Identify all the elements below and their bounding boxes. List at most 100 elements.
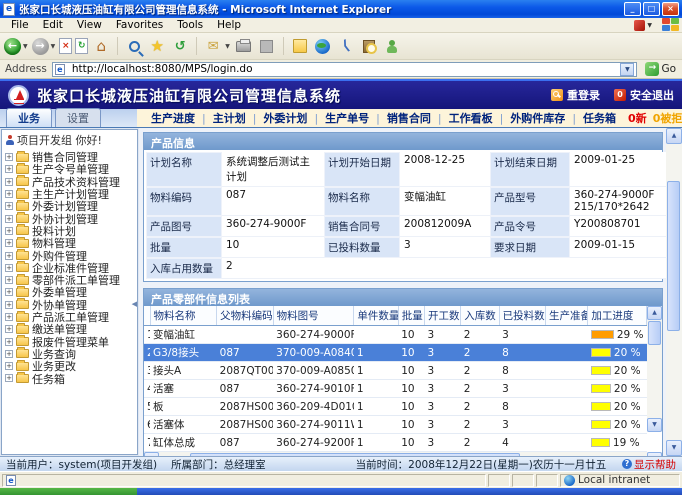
table-row[interactable]: 3接头A2087QT002370-009-A0850110328 20 % [144, 362, 647, 380]
expand-icon[interactable]: + [5, 276, 13, 284]
expand-icon[interactable]: + [5, 215, 13, 223]
parts-vertical-scrollbar[interactable]: ▲ ▼ [647, 306, 662, 432]
menu-file[interactable]: File [4, 19, 36, 31]
progress-label: 20 % [614, 365, 641, 377]
menu-extension-icon[interactable] [634, 20, 645, 31]
badge-new-count[interactable]: 0新 [628, 110, 647, 126]
edit-button[interactable] [257, 36, 277, 56]
scroll-up-icon[interactable]: ▲ [647, 306, 662, 320]
buddy-button[interactable] [382, 36, 402, 56]
expand-icon[interactable]: + [5, 350, 13, 358]
notes-button[interactable] [290, 36, 310, 56]
tab-settings[interactable]: 设置 [55, 108, 101, 127]
messenger-button[interactable] [313, 36, 333, 56]
print-button[interactable] [234, 36, 254, 56]
relogin-button[interactable]: 重登录 [551, 87, 600, 103]
menu-edit[interactable]: Edit [36, 19, 70, 31]
scroll-up-icon[interactable]: ▲ [666, 128, 682, 144]
expand-icon[interactable]: + [5, 165, 13, 173]
progress-bar [591, 420, 611, 429]
go-button[interactable]: → Go [642, 62, 679, 76]
go-arrow-icon: → [645, 62, 659, 76]
expand-icon[interactable]: + [5, 338, 13, 346]
nav-master-plan[interactable]: 主计划 [209, 110, 250, 126]
table-row[interactable]: 4活塞087360-274-9010F110323 20 % [144, 380, 647, 398]
progress-label: 19 % [613, 437, 640, 449]
nav-production-order[interactable]: 生产单号 [321, 110, 373, 126]
nav-task-box[interactable]: 任务箱 [579, 110, 620, 126]
expand-icon[interactable]: + [5, 325, 13, 333]
download-tool-button[interactable]: ⟨ [333, 33, 359, 59]
address-dropdown-icon[interactable]: ▼ [620, 63, 634, 76]
field-value: 2008-12-25 [400, 152, 490, 187]
expand-icon[interactable]: + [5, 153, 13, 161]
menu-tools[interactable]: Tools [170, 19, 210, 31]
tab-business[interactable]: 业务 [6, 108, 52, 127]
field-label: 销售合同号 [324, 216, 400, 237]
address-input[interactable]: e http://localhost:8080/MPS/login.do ▼ [52, 62, 638, 77]
nav-sales-contract[interactable]: 销售合同 [383, 110, 435, 126]
search-button[interactable] [124, 36, 144, 56]
badge-rejected-count[interactable]: 0被拒绝 [653, 110, 682, 126]
history-button[interactable]: ↺ [170, 36, 190, 56]
scroll-down-icon[interactable]: ▼ [666, 440, 682, 456]
close-button[interactable]: × [662, 2, 679, 16]
back-button[interactable]: ← [4, 38, 21, 55]
scroll-right-icon[interactable]: ▶ [647, 452, 662, 456]
scroll-thumb[interactable] [667, 181, 680, 331]
expand-icon[interactable]: + [5, 374, 13, 382]
progress-bar [591, 330, 614, 339]
page-vertical-scrollbar[interactable]: ▲ ▼ [666, 128, 682, 456]
menu-extension-caret-icon[interactable]: ▼ [647, 22, 652, 29]
table-row[interactable]: 6活塞体2087HS002360-274-9011W110323 20 % [144, 416, 647, 434]
expand-icon[interactable]: + [5, 313, 13, 321]
nav-outsource-plan[interactable]: 外委计划 [259, 110, 311, 126]
expand-icon[interactable]: + [5, 301, 13, 309]
home-button[interactable]: ⌂ [91, 36, 111, 56]
expand-icon[interactable]: + [5, 227, 13, 235]
table-row[interactable]: 1变幅油缸360-274-9000F10323 29 % [144, 326, 647, 344]
scroll-thumb[interactable] [648, 321, 661, 345]
expand-icon[interactable]: + [5, 178, 13, 186]
title-bar: e 张家口长城液压油缸有限公司管理信息系统 - Microsoft Intern… [0, 0, 682, 18]
expand-icon[interactable]: + [5, 202, 13, 210]
back-dropdown-icon[interactable]: ▼ [23, 43, 28, 50]
table-row[interactable]: 5板2087HS002360-209-4D010110328 20 % [144, 398, 647, 416]
nav-work-board[interactable]: 工作看板 [445, 110, 497, 126]
forward-dropdown-icon[interactable]: ▼ [51, 43, 56, 50]
forward-button[interactable]: → [32, 38, 49, 55]
logout-button[interactable]: 0 安全退出 [614, 87, 674, 103]
mail-dropdown-icon[interactable]: ▼ [225, 43, 230, 50]
expand-icon[interactable]: + [5, 288, 13, 296]
menu-view[interactable]: View [70, 19, 109, 31]
top-nav: 生产进度| 主计划| 外委计划| 生产单号| 销售合同| 工作看板| 外购件库存… [137, 109, 682, 127]
table-row-selected[interactable]: 2G3/8接头087370-009-A0840110328 20 % [144, 344, 647, 362]
parts-horizontal-scrollbar[interactable]: ◀ ▶ [144, 452, 662, 456]
show-help-link[interactable]: ? 显示帮助 [622, 457, 676, 472]
table-row[interactable]: 7缸体总成087360-274-9200F110324 19 % [144, 434, 647, 452]
start-button[interactable] [0, 488, 137, 495]
splitter-collapse-icon[interactable]: ◀ [132, 300, 137, 308]
research-button[interactable] [359, 36, 379, 56]
expand-icon[interactable]: + [5, 252, 13, 260]
stop-button[interactable]: × [59, 38, 72, 54]
nav-production-progress[interactable]: 生产进度 [147, 110, 199, 126]
scroll-down-icon[interactable]: ▼ [647, 418, 662, 432]
expand-icon[interactable]: + [5, 264, 13, 272]
content-area: 项目开发组 你好! +销售合同管理 +生产令号单管理 +产品技术资料管理 +主生… [0, 127, 682, 456]
sidebar-item-change[interactable]: +业务更改 [2, 360, 137, 372]
expand-icon[interactable]: + [5, 190, 13, 198]
expand-icon[interactable]: + [5, 239, 13, 247]
col-header: 开工数 [424, 306, 460, 326]
maximize-button[interactable]: □ [643, 2, 660, 16]
scroll-left-icon[interactable]: ◀ [144, 452, 159, 456]
menu-favorites[interactable]: Favorites [109, 19, 170, 31]
product-info-panel: 产品信息 计划名称系统调整后测试主计划 计划开始日期2008-12-25 计划结… [143, 132, 663, 282]
mail-button[interactable]: ✉ [203, 36, 223, 56]
refresh-button[interactable]: ↻ [75, 38, 88, 54]
expand-icon[interactable]: + [5, 362, 13, 370]
favorites-button[interactable]: ★ [147, 36, 167, 56]
nav-purchased-stock[interactable]: 外购件库存 [506, 110, 569, 126]
minimize-button[interactable]: _ [624, 2, 641, 16]
menu-help[interactable]: Help [210, 19, 248, 31]
